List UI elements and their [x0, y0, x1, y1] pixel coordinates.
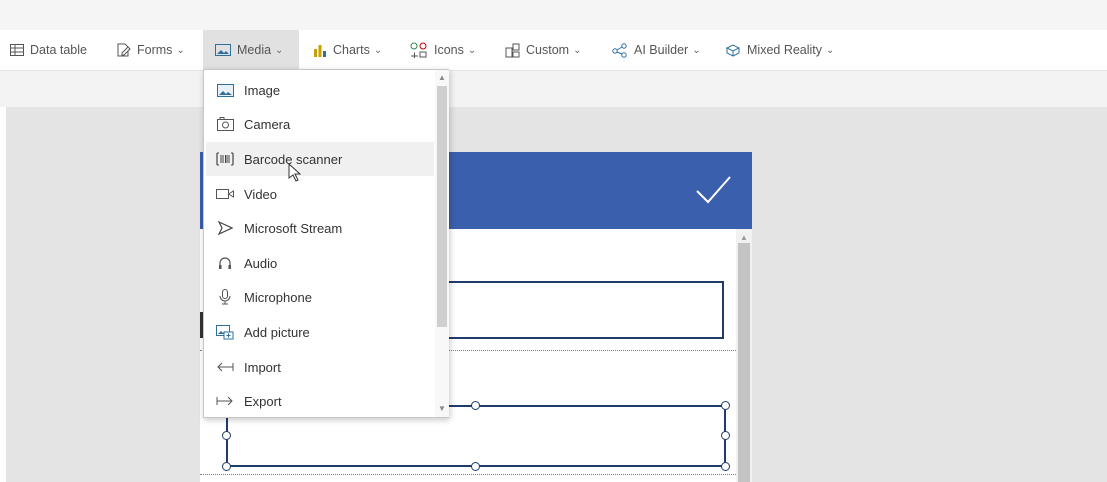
scrollbar-thumb[interactable] — [437, 86, 447, 327]
image-icon — [215, 80, 235, 100]
menu-item-label: Camera — [244, 116, 291, 132]
ribbon-data-table-label: Data table — [30, 43, 87, 57]
menu-item-label: Video — [244, 186, 278, 202]
export-icon — [215, 391, 235, 411]
ribbon-charts[interactable]: Charts ⌄ — [313, 30, 382, 70]
ribbon-icons-label: Icons — [434, 43, 464, 57]
camera-icon — [215, 114, 235, 134]
chevron-down-icon: ⌄ — [826, 44, 835, 56]
menu-item-microsoft-stream[interactable]: Microsoft Stream — [206, 211, 434, 245]
menu-item-camera[interactable]: Camera — [206, 107, 434, 141]
mixed-reality-icon — [725, 43, 741, 57]
ribbon-charts-label: Charts — [333, 43, 370, 57]
menu-item-label: Add picture — [244, 324, 310, 340]
menu-item-microphone[interactable]: Microphone — [206, 280, 434, 314]
ribbon-custom-label: Custom — [526, 43, 570, 57]
ribbon-icons[interactable]: Icons ⌄ — [410, 30, 476, 70]
add-picture-icon — [215, 322, 235, 342]
resize-handle[interactable] — [471, 401, 480, 410]
ribbon-mixed-reality-label: Mixed Reality — [747, 43, 823, 57]
scroll-down-icon[interactable]: ▼ — [438, 404, 446, 413]
scroll-up-icon[interactable]: ▲ — [740, 233, 748, 242]
menu-item-label: Microphone — [244, 289, 312, 305]
custom-component-icon — [505, 43, 520, 57]
formula-bar — [0, 70, 1107, 108]
menu-item-label: Audio — [244, 255, 278, 271]
ribbon-ai-builder-label: AI Builder — [634, 43, 689, 57]
image-icon — [215, 44, 231, 56]
import-icon — [215, 357, 235, 377]
menu-item-image[interactable]: Image — [206, 73, 434, 107]
video-icon — [215, 184, 235, 204]
headphones-icon — [215, 253, 235, 273]
table-icon — [10, 44, 24, 56]
menu-item-barcode-scanner[interactable]: Barcode scanner — [206, 142, 434, 176]
ribbon-forms[interactable]: Forms ⌄ — [116, 30, 185, 70]
media-dropdown-menu: Image Camera Barcode scanner Video Micro… — [203, 69, 449, 418]
scrollbar-thumb[interactable] — [738, 243, 750, 482]
microphone-icon — [215, 287, 235, 307]
ribbon-data-table[interactable]: Data table — [10, 30, 87, 70]
top-strip — [0, 0, 1107, 31]
bar-chart-icon — [314, 44, 326, 57]
shapes-icon — [410, 42, 427, 58]
resize-handle[interactable] — [222, 431, 231, 440]
mouse-cursor-icon — [288, 163, 302, 182]
insert-ribbon: Data table Forms ⌄ Media ⌄ Charts ⌄ Icon… — [0, 30, 1107, 70]
menu-item-audio[interactable]: Audio — [206, 246, 434, 280]
menu-item-export[interactable]: Export — [206, 384, 434, 418]
menu-item-label: Export — [244, 393, 282, 409]
ribbon-forms-label: Forms — [137, 43, 173, 57]
form-icon — [117, 43, 131, 57]
chevron-down-icon: ⌄ — [373, 44, 383, 56]
menu-item-label: Import — [244, 359, 281, 375]
menu-item-import[interactable]: Import — [206, 350, 434, 384]
ribbon-media-label: Media — [237, 43, 272, 57]
ribbon-media[interactable]: Media ⌄ — [203, 30, 299, 70]
screen-scrollbar[interactable]: ▲ — [736, 229, 752, 482]
menu-item-add-picture[interactable]: Add picture — [206, 315, 434, 349]
ribbon-mixed-reality[interactable]: Mixed Reality ⌄ — [725, 30, 834, 70]
barcode-icon — [215, 149, 235, 169]
chevron-down-icon: ⌄ — [467, 44, 477, 56]
chevron-down-icon: ⌄ — [692, 44, 701, 56]
card-divider — [200, 474, 736, 475]
menu-scrollbar[interactable]: ▲ ▼ — [435, 70, 449, 417]
ribbon-ai-builder[interactable]: AI Builder ⌄ — [612, 30, 701, 70]
chevron-down-icon: ⌄ — [176, 44, 185, 56]
canvas-left-edge — [0, 107, 6, 482]
chevron-down-icon: ⌄ — [573, 44, 582, 56]
menu-item-label: Microsoft Stream — [244, 220, 343, 236]
menu-item-video[interactable]: Video — [206, 177, 434, 211]
resize-handle[interactable] — [222, 462, 231, 471]
resize-handle[interactable] — [471, 462, 480, 471]
ribbon-custom[interactable]: Custom ⌄ — [505, 30, 581, 70]
chevron-down-icon: ⌄ — [275, 44, 284, 56]
ai-builder-icon — [612, 42, 627, 58]
menu-item-label: Image — [244, 82, 281, 98]
stream-icon — [215, 218, 235, 238]
check-icon[interactable] — [693, 174, 733, 206]
scroll-up-icon[interactable]: ▲ — [438, 73, 446, 82]
resize-handle[interactable] — [721, 401, 730, 410]
resize-handle[interactable] — [721, 462, 730, 471]
resize-handle[interactable] — [721, 431, 730, 440]
